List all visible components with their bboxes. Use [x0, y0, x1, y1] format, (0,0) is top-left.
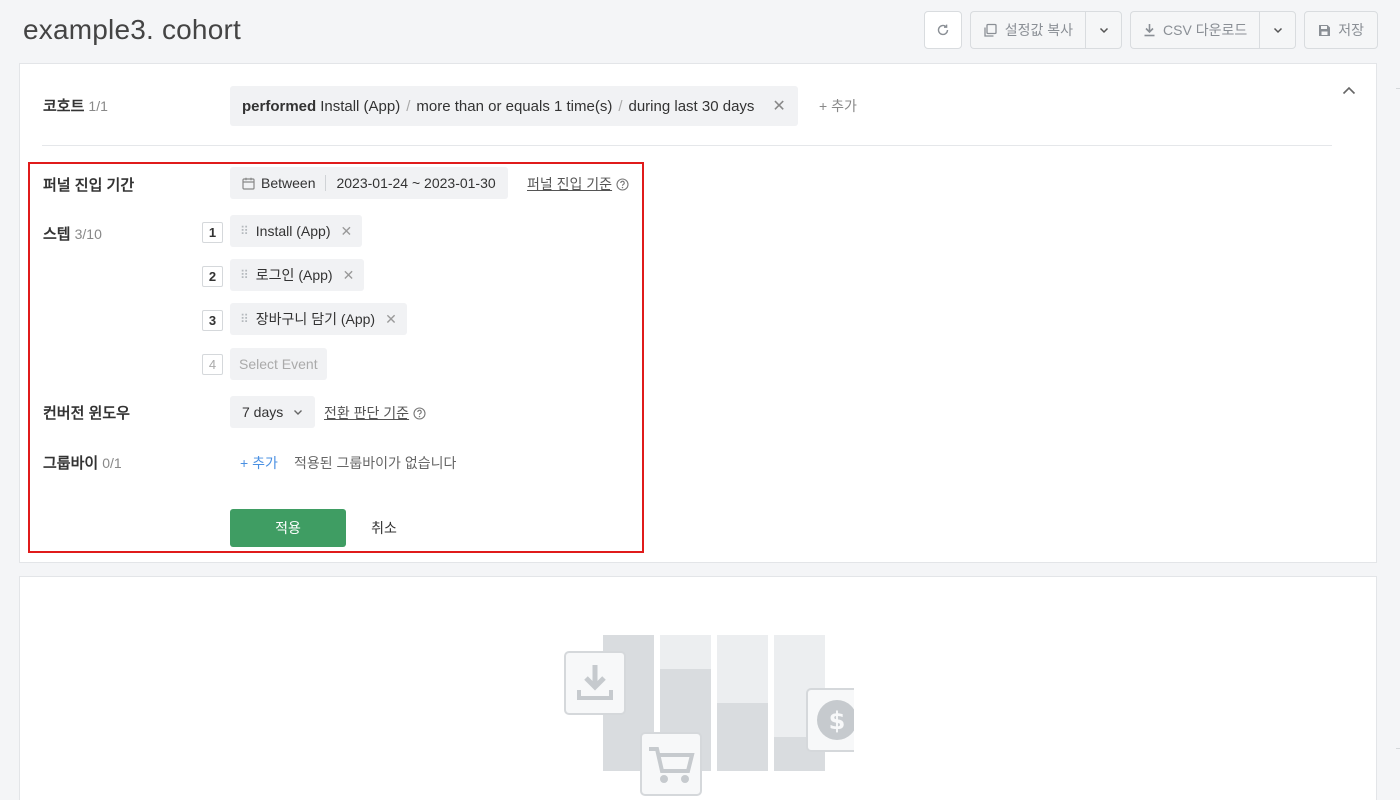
step-number: 4: [202, 354, 223, 375]
refresh-icon: [937, 24, 948, 36]
download-icon: [1144, 24, 1155, 37]
separator: /: [618, 97, 623, 115]
drag-handle-icon[interactable]: ⠿: [240, 224, 249, 238]
chevron-down-icon: [1273, 27, 1282, 33]
conversion-window-value: 7 days: [242, 404, 284, 420]
add-groupby-button[interactable]: + 추가: [240, 453, 278, 473]
save-button[interactable]: 저장: [1304, 11, 1378, 49]
step-event-chip[interactable]: ⠿ 로그인 (App) ✕: [230, 259, 365, 291]
step-event-chip[interactable]: ⠿ Install (App) ✕: [230, 215, 363, 247]
svg-text:$: $: [829, 707, 846, 735]
funnel-period-label: 퍼널 진입 기간: [43, 177, 135, 194]
step-event-label: 로그인 (App): [255, 267, 333, 283]
steps-label: 스텝 3/10: [43, 223, 102, 244]
scroll-marker: [1396, 748, 1400, 749]
copy-settings-button[interactable]: 설정값 복사: [969, 11, 1086, 49]
divider: [42, 145, 1332, 146]
csv-download-dropdown[interactable]: [1259, 11, 1297, 49]
cohort-label: 코호트 1/1: [43, 95, 108, 116]
query-settings-panel: 코호트 1/1 performed Install (App) / more th…: [19, 63, 1377, 563]
conversion-criteria-link[interactable]: 전환 판단 기준: [324, 403, 426, 423]
csv-download-button[interactable]: CSV 다운로드: [1130, 11, 1260, 49]
apply-button[interactable]: 적용: [230, 509, 346, 547]
remove-cohort-icon[interactable]: ✕: [772, 96, 785, 116]
scroll-marker: [1396, 88, 1400, 89]
cohort-performed: performed: [242, 97, 317, 115]
divider: [325, 175, 327, 191]
step-number: 2: [202, 266, 223, 287]
csv-download-label: CSV 다운로드: [1163, 22, 1248, 38]
remove-step-icon[interactable]: ✕: [343, 267, 355, 284]
page-header: example3. cohort 설정값 복사 CSV 다운로드 저장: [0, 0, 1400, 62]
help-icon: [413, 406, 426, 420]
copy-settings-label: 설정값 복사: [1004, 22, 1074, 38]
date-range-picker[interactable]: Between 2023-01-24 ~ 2023-01-30: [230, 167, 508, 199]
drag-handle-icon[interactable]: ⠿: [240, 268, 249, 282]
funnel-bars: [603, 635, 825, 771]
step-event-chip[interactable]: ⠿ 장바구니 담기 (App) ✕: [230, 303, 407, 335]
groupby-count: 0/1: [102, 455, 122, 471]
groupby-label-text: 그룹바이: [43, 455, 99, 472]
steps-label-text: 스텝: [43, 226, 71, 243]
csv-download-group: CSV 다운로드: [1130, 11, 1297, 49]
copy-settings-group: 설정값 복사: [969, 11, 1123, 49]
date-mode: Between: [261, 175, 316, 191]
refresh-button[interactable]: [923, 11, 962, 49]
groupby-label: 그룹바이 0/1: [43, 452, 122, 473]
remove-step-icon[interactable]: ✕: [341, 223, 353, 240]
cohort-count: 1/1: [88, 98, 108, 114]
empty-state-illustration: $: [564, 635, 854, 796]
chevron-down-icon: [1099, 27, 1108, 33]
drag-handle-icon[interactable]: ⠿: [240, 312, 249, 326]
cart-tile-icon: [640, 732, 702, 796]
result-panel: $: [19, 576, 1377, 800]
select-event-input[interactable]: Select Event: [230, 348, 327, 380]
page-title: example3. cohort: [23, 14, 241, 45]
copy-icon: [984, 23, 997, 37]
steps-count: 3/10: [74, 226, 102, 242]
step-number: 1: [202, 222, 223, 243]
add-cohort-button[interactable]: + 추가: [819, 96, 857, 116]
cancel-button[interactable]: 취소: [360, 509, 408, 547]
save-icon: [1319, 24, 1331, 36]
step-event-label: 장바구니 담기 (App): [255, 311, 376, 327]
dollar-tile-icon: $: [806, 688, 854, 752]
cohort-event: Install (App): [320, 97, 401, 115]
conversion-window-label: 컨버전 윈도우: [43, 405, 130, 422]
step-number: 3: [202, 310, 223, 331]
chevron-up-icon: [1342, 86, 1356, 95]
save-label: 저장: [1338, 22, 1364, 38]
conversion-window-select[interactable]: 7 days: [230, 396, 316, 428]
copy-settings-dropdown[interactable]: [1085, 11, 1123, 49]
collapse-panel-button[interactable]: [1342, 82, 1356, 100]
calendar-icon: [242, 177, 255, 190]
funnel-entry-criteria-link[interactable]: 퍼널 진입 기준: [527, 174, 629, 194]
toolbar: 설정값 복사 CSV 다운로드 저장: [923, 11, 1378, 49]
separator: /: [406, 97, 411, 115]
remove-step-icon[interactable]: ✕: [385, 311, 397, 328]
cohort-condition: more than or equals 1 time(s): [416, 97, 613, 115]
help-icon: [616, 177, 629, 191]
conversion-criteria-text: 전환 판단 기준: [324, 405, 410, 421]
date-range: 2023-01-24 ~ 2023-01-30: [336, 175, 496, 191]
groupby-empty-message: 적용된 그룹바이가 없습니다: [294, 455, 457, 471]
cohort-period: during last 30 days: [628, 97, 755, 115]
cohort-label-text: 코호트: [43, 98, 85, 115]
funnel-entry-criteria-text: 퍼널 진입 기준: [527, 176, 613, 192]
cohort-condition-chip[interactable]: performed Install (App) / more than or e…: [230, 86, 798, 126]
download-tile-icon: [564, 651, 626, 715]
step-event-label: Install (App): [255, 223, 331, 239]
chevron-down-icon: [294, 409, 303, 415]
